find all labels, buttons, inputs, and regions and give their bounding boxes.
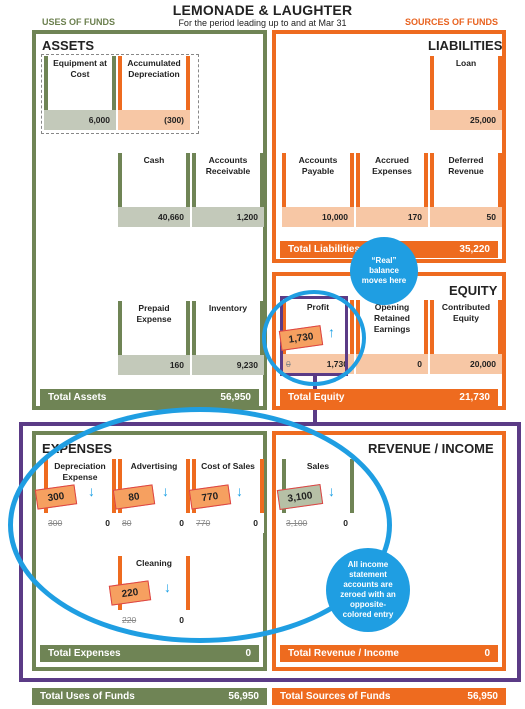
total-revenue-value: 0 [484,648,490,659]
equity-title: EQUITY [449,283,498,298]
total-uses-bar: Total Uses of Funds 56,950 [32,688,267,705]
total-equity-label: Total Equity [288,392,345,403]
account-balance: 1,200 [192,207,264,227]
account-receivable: Accounts Receivable 1,200 [192,153,264,237]
income-statement-callout-text: All income statement accounts are zeroed… [340,560,396,619]
account-balance: 40,660 [118,207,190,227]
total-sources-label: Total Sources of Funds [280,691,391,702]
account-balance: 170 [356,207,428,227]
account-balance: 9,230 [192,355,264,375]
account-loan: Loan 25,000 [430,56,502,140]
account-contributed-equity: Contributed Equity 20,000 [430,300,502,384]
total-uses-value: 56,950 [228,691,259,702]
total-sources-value: 56,950 [467,691,498,702]
account-cash: Cash 40,660 [118,153,190,237]
assets-title: ASSETS [42,38,95,53]
income-statement-callout: All income statement accounts are zeroed… [326,548,410,632]
account-deferred: Deferred Revenue 50 [430,153,502,237]
account-label: Equipment at Cost [44,56,116,110]
account-label: Opening Retained Earnings [356,300,428,354]
account-balance: 0 [356,354,428,374]
total-expenses-bar: Total Expenses 0 [40,645,259,662]
total-assets-label: Total Assets [48,392,107,403]
account-label: Loan [430,56,502,110]
total-equity-bar: Total Equity 21,730 [280,389,498,406]
liabilities-title: LIABILITIES [428,38,503,53]
sources-of-funds-label: SOURCES OF FUNDS [405,17,499,27]
total-revenue-label: Total Revenue / Income [288,648,399,659]
account-balance: (300) [118,110,190,130]
total-uses-label: Total Uses of Funds [40,691,135,702]
account-label: Accounts Receivable [192,153,264,207]
account-accrued: Accrued Expenses 170 [356,153,428,237]
account-label: Accumulated Depreciation [118,56,190,110]
page-title: LEMONADE & LAUGHTER [172,2,353,18]
revenue-title: REVENUE / INCOME [368,441,494,456]
account-label: Cash [118,153,190,207]
uses-of-funds-label: USES OF FUNDS [42,17,116,27]
total-assets-bar: Total Assets 56,950 [40,389,259,406]
account-balance: 50 [430,207,502,227]
account-equipment: Equipment at Cost 6,000 [44,56,116,140]
account-opening-retained-earnings: Opening Retained Earnings 0 [356,300,428,384]
total-liabilities-value: 35,220 [459,244,490,255]
profit-highlight-ellipse [262,290,366,386]
account-balance: 25,000 [430,110,502,130]
real-balance-callout: “Real” balance moves here [350,237,418,305]
account-label: Prepaid Expense [118,301,190,355]
account-payable: Accounts Payable 10,000 [282,153,354,237]
total-equity-value: 21,730 [459,392,490,403]
real-balance-callout-text: “Real” balance moves here [361,256,407,285]
total-revenue-bar: Total Revenue / Income 0 [280,645,498,662]
account-label: Contributed Equity [430,300,502,354]
account-balance: 6,000 [44,110,116,130]
account-label: Inventory [192,301,264,355]
account-balance: 20,000 [430,354,502,374]
total-liabilities-label: Total Liabilities [288,244,361,255]
account-accumulated-depreciation: Accumulated Depreciation (300) [118,56,190,140]
total-sources-bar: Total Sources of Funds 56,950 [272,688,506,705]
total-assets-value: 56,950 [220,392,251,403]
account-balance: 160 [118,355,190,375]
account-label: Accrued Expenses [356,153,428,207]
total-expenses-value: 0 [245,648,251,659]
account-label: Accounts Payable [282,153,354,207]
account-inventory: Inventory 9,230 [192,301,264,385]
account-label: Deferred Revenue [430,153,502,207]
total-expenses-label: Total Expenses [48,648,121,659]
account-prepaid: Prepaid Expense 160 [118,301,190,385]
account-balance: 10,000 [282,207,354,227]
